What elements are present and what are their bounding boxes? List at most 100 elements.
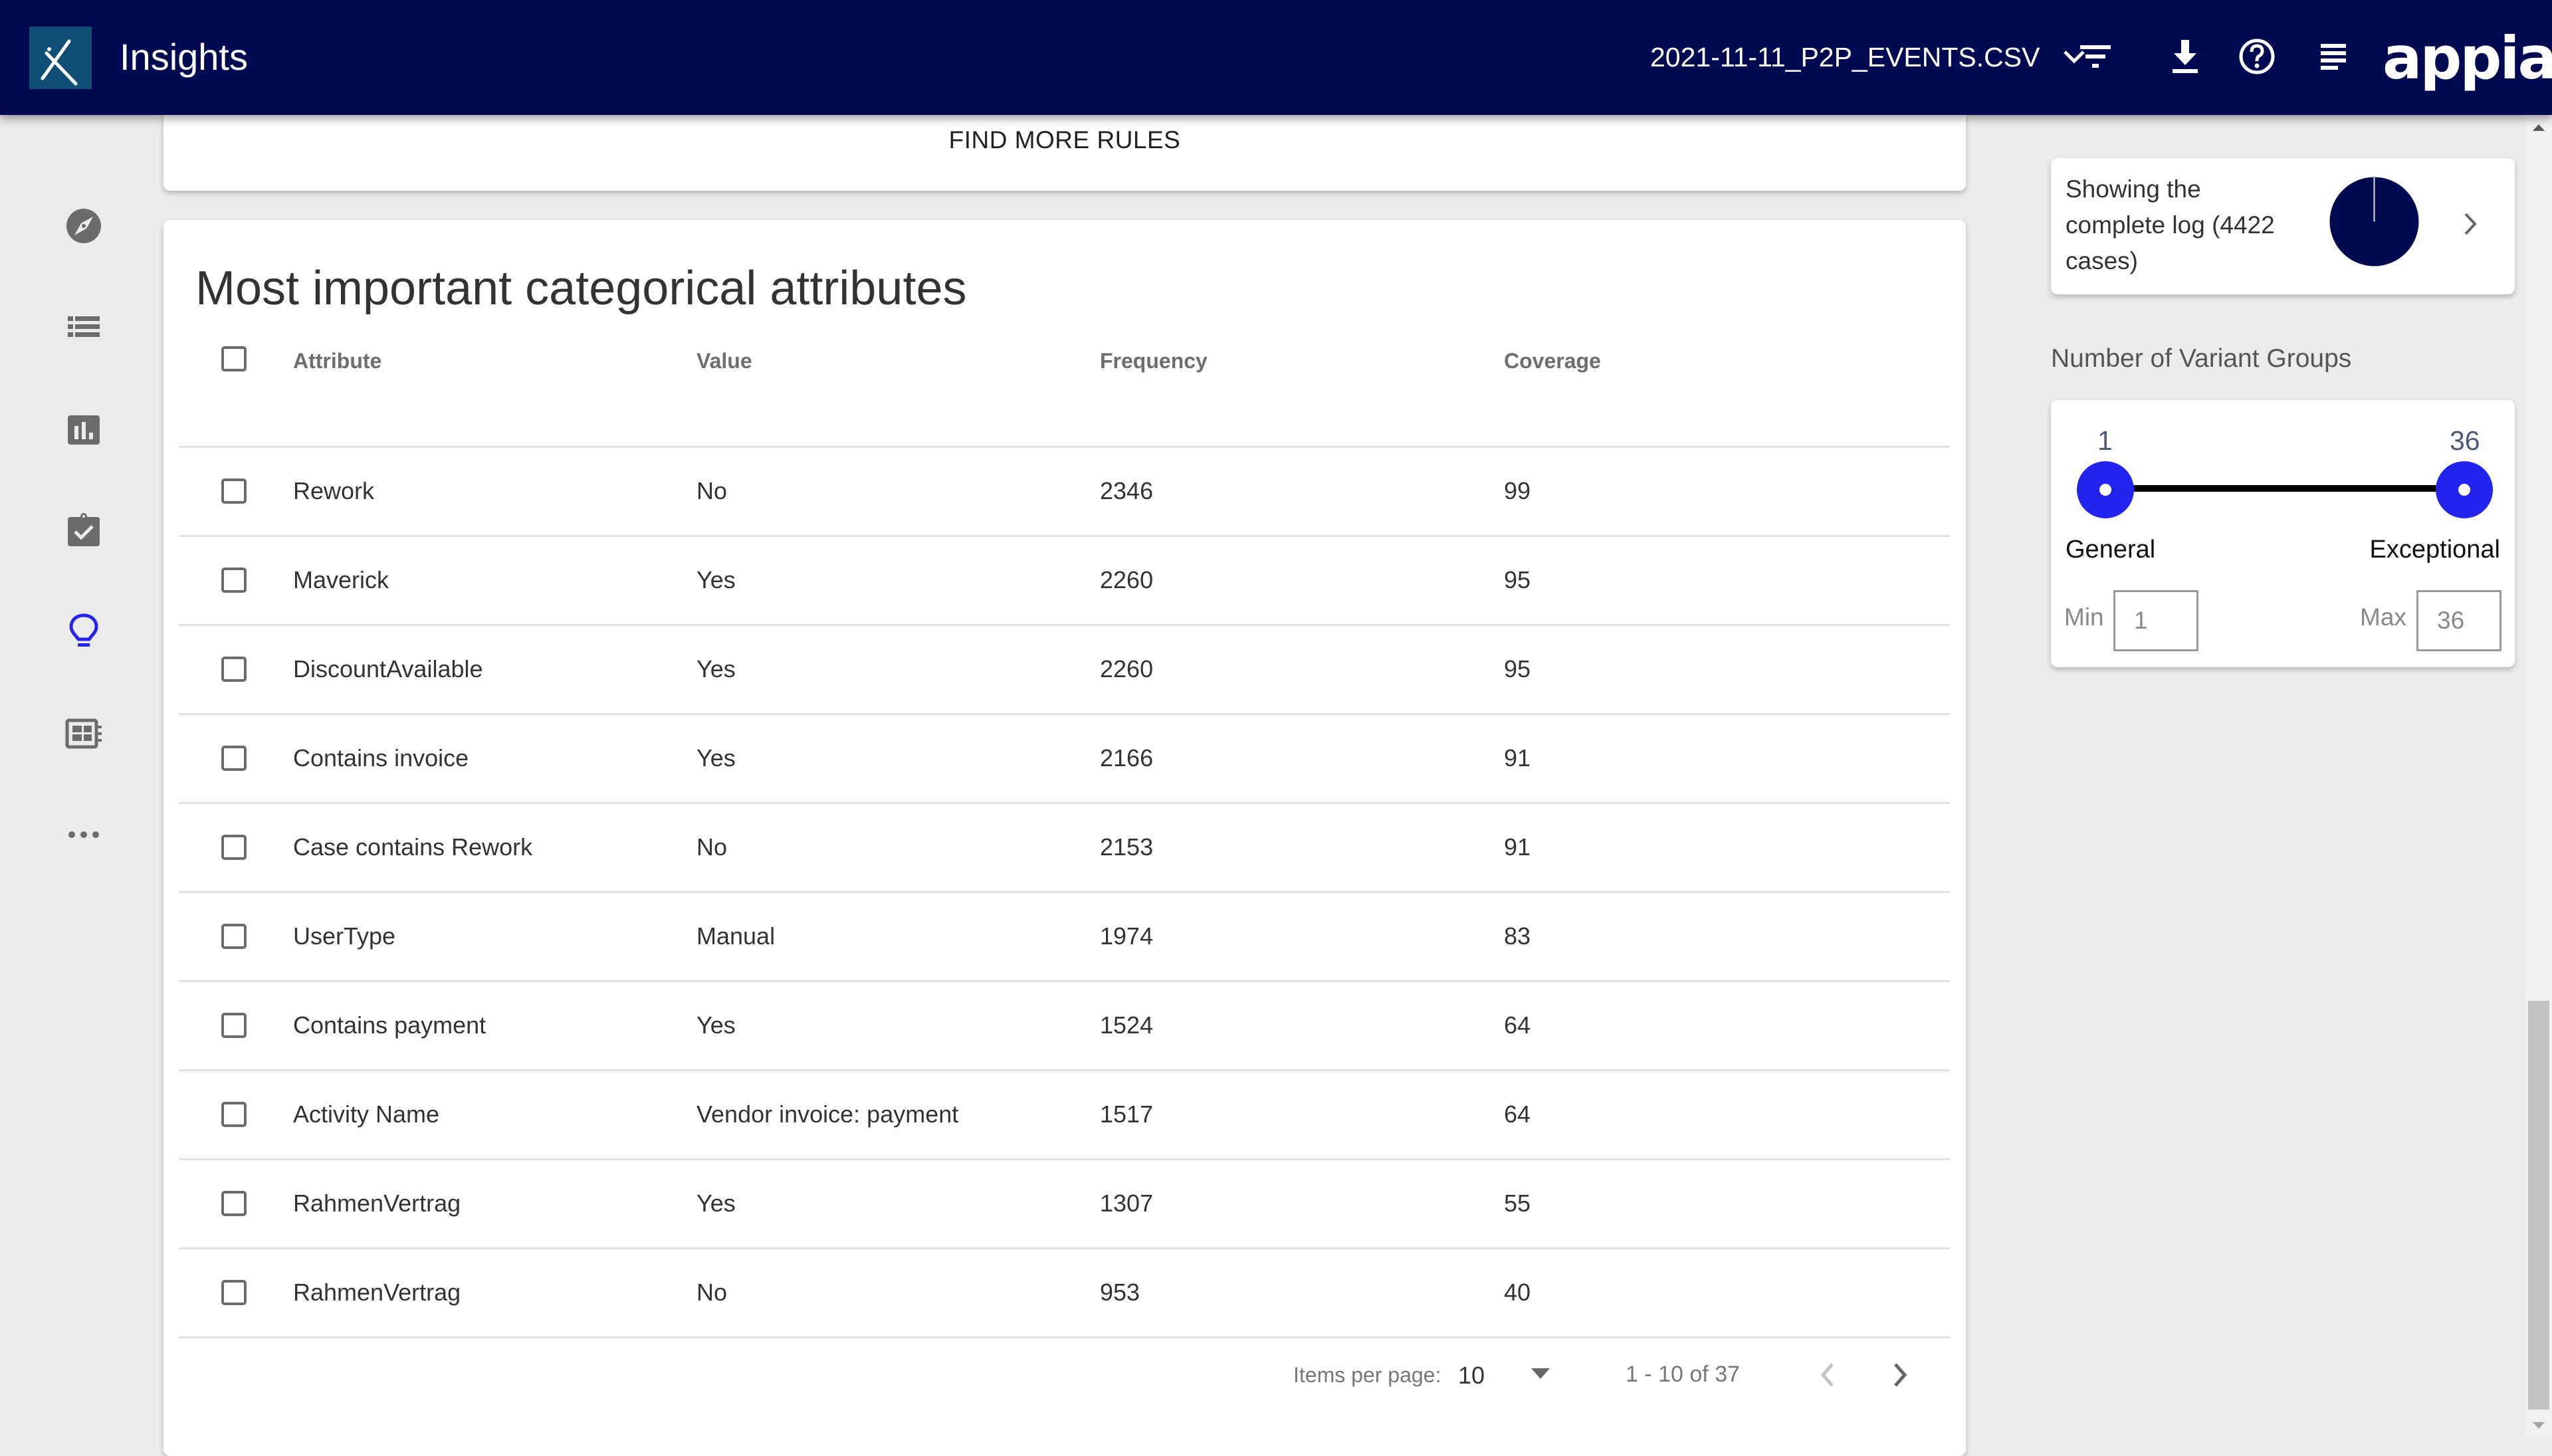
- row-checkbox[interactable]: [221, 1191, 247, 1216]
- row-checkbox[interactable]: [221, 1280, 247, 1305]
- table-row[interactable]: Contains payment Yes 1524 64: [179, 982, 1950, 1071]
- cell-frequency: 1307: [1100, 1190, 1154, 1217]
- variant-groups-label: Number of Variant Groups: [2051, 344, 2352, 373]
- table-row[interactable]: DiscountAvailable Yes 2260 95: [179, 626, 1950, 715]
- table-row[interactable]: Activity Name Vendor invoice: payment 1517…: [179, 1071, 1950, 1160]
- column-header-frequency[interactable]: Frequency: [1100, 349, 1208, 373]
- cell-coverage: 40: [1504, 1279, 1531, 1306]
- find-more-rules-button[interactable]: FIND MORE RULES: [163, 126, 1966, 154]
- scroll-down-arrow-icon[interactable]: [2533, 1422, 2545, 1429]
- general-caption: General: [2066, 536, 2156, 564]
- chevron-right-icon[interactable]: [2458, 207, 2484, 241]
- row-checkbox[interactable]: [221, 924, 247, 949]
- download-icon[interactable]: [2163, 35, 2207, 78]
- bar-chart-icon[interactable]: [64, 410, 104, 450]
- notes-icon[interactable]: [2311, 35, 2355, 78]
- scrollbar-thumb[interactable]: [2528, 1001, 2549, 1409]
- rules-card: FIND MORE RULES: [163, 112, 1966, 191]
- row-checkbox[interactable]: [221, 568, 247, 593]
- help-icon[interactable]: [2235, 35, 2279, 78]
- scroll-up-arrow-icon[interactable]: [2533, 124, 2545, 131]
- previous-page-button[interactable]: [1808, 1355, 1848, 1395]
- list-icon[interactable]: [64, 307, 104, 347]
- select-all-checkbox[interactable]: [221, 346, 247, 371]
- app-title: Insights: [120, 36, 248, 78]
- paginator: Items per page: 10 1 - 10 of 37: [163, 1343, 1966, 1409]
- cell-attribute: Case contains Rework: [293, 833, 533, 861]
- table-row[interactable]: RahmenVertrag No 953 40: [179, 1249, 1950, 1338]
- card-title: Most important categorical attributes: [195, 262, 967, 315]
- next-page-button[interactable]: [1879, 1355, 1919, 1395]
- exceptional-caption: Exceptional: [2369, 536, 2500, 564]
- max-input[interactable]: [2416, 590, 2501, 651]
- cell-coverage: 91: [1504, 744, 1531, 772]
- cell-attribute: Maverick: [293, 566, 389, 593]
- row-checkbox[interactable]: [221, 1013, 247, 1038]
- dropdown-arrow-icon[interactable]: [1531, 1368, 1550, 1379]
- lightbulb-icon[interactable]: [64, 611, 104, 651]
- items-per-page-select[interactable]: 10: [1458, 1362, 1485, 1390]
- slider-track[interactable]: [2105, 485, 2464, 492]
- cell-frequency: 2153: [1100, 833, 1154, 861]
- cell-coverage: 95: [1504, 655, 1531, 682]
- cell-attribute: Rework: [293, 477, 375, 504]
- table-row[interactable]: Case contains Rework No 2153 91: [179, 804, 1950, 893]
- log-summary-card[interactable]: Showing the complete log (4422 cases): [2051, 158, 2515, 294]
- top-app-bar: Insights 2021-11-11_P2P_EVENTS.CSV appia…: [0, 0, 2552, 115]
- row-checkbox[interactable]: [221, 657, 247, 682]
- slider-max-thumb[interactable]: [2436, 461, 2493, 518]
- column-header-value[interactable]: Value: [696, 349, 752, 373]
- cell-value: Manual: [696, 922, 776, 950]
- page-scrollbar[interactable]: [2525, 115, 2552, 1435]
- cell-attribute: RahmenVertrag: [293, 1279, 461, 1306]
- cell-value: Yes: [696, 1190, 736, 1217]
- items-per-page-label: Items per page:: [1293, 1363, 1441, 1387]
- cell-value: No: [696, 477, 728, 504]
- cell-attribute: DiscountAvailable: [293, 655, 483, 682]
- table-row[interactable]: RahmenVertrag Yes 1307 55: [179, 1160, 1950, 1249]
- log-coverage-pie: [2329, 177, 2419, 266]
- file-selector[interactable]: 2021-11-11_P2P_EVENTS.CSV: [1650, 39, 2089, 76]
- insights-logo-icon[interactable]: [29, 27, 92, 89]
- cell-coverage: 99: [1504, 477, 1531, 504]
- dashboard-icon[interactable]: [64, 714, 104, 754]
- table-row[interactable]: Contains invoice Yes 2166 91: [179, 715, 1950, 804]
- page-range: 1 - 10 of 37: [1626, 1362, 1741, 1387]
- slider-min-thumb[interactable]: [2077, 461, 2134, 518]
- attributes-table: Attribute Value Frequency Coverage Rewor…: [179, 333, 1950, 1338]
- cell-frequency: 1974: [1100, 922, 1154, 950]
- table-row[interactable]: Rework No 2346 99: [179, 448, 1950, 537]
- cell-attribute: Activity Name: [293, 1100, 440, 1128]
- file-name: 2021-11-11_P2P_EVENTS.CSV: [1650, 42, 2040, 72]
- appian-logo: appian: [2383, 24, 2552, 92]
- column-header-attribute[interactable]: Attribute: [293, 349, 381, 373]
- row-checkbox[interactable]: [221, 746, 247, 771]
- min-input[interactable]: [2113, 590, 2198, 651]
- min-label: Min: [2064, 603, 2104, 631]
- clipboard-check-icon[interactable]: [64, 510, 104, 550]
- more-icon[interactable]: [64, 815, 104, 855]
- row-checkbox[interactable]: [221, 1102, 247, 1127]
- cell-attribute: RahmenVertrag: [293, 1190, 461, 1217]
- cell-value: Yes: [696, 1011, 736, 1039]
- cell-attribute: Contains payment: [293, 1011, 486, 1039]
- table-row[interactable]: UserType Manual 1974 83: [179, 893, 1950, 982]
- filter-icon[interactable]: [2074, 35, 2117, 78]
- table-header: Attribute Value Frequency Coverage: [179, 333, 1950, 448]
- cell-frequency: 1524: [1100, 1011, 1154, 1039]
- table-body: Rework No 2346 99 Maverick Yes 2260 95 DiscountA…: [179, 448, 1950, 1338]
- row-checkbox[interactable]: [221, 835, 247, 860]
- sidebar-nav: [0, 115, 163, 1435]
- cell-frequency: 1517: [1100, 1100, 1154, 1128]
- column-header-coverage[interactable]: Coverage: [1504, 349, 1601, 373]
- cell-coverage: 83: [1504, 922, 1531, 950]
- table-row[interactable]: Maverick Yes 2260 95: [179, 537, 1950, 626]
- variant-groups-card: 1 36 General Exceptional Min Max: [2051, 400, 2515, 667]
- compass-icon[interactable]: [64, 206, 104, 246]
- cell-frequency: 953: [1100, 1279, 1140, 1306]
- cell-coverage: 64: [1504, 1011, 1531, 1039]
- cell-coverage: 55: [1504, 1190, 1531, 1217]
- cell-attribute: Contains invoice: [293, 744, 469, 772]
- cell-value: No: [696, 833, 728, 861]
- row-checkbox[interactable]: [221, 478, 247, 504]
